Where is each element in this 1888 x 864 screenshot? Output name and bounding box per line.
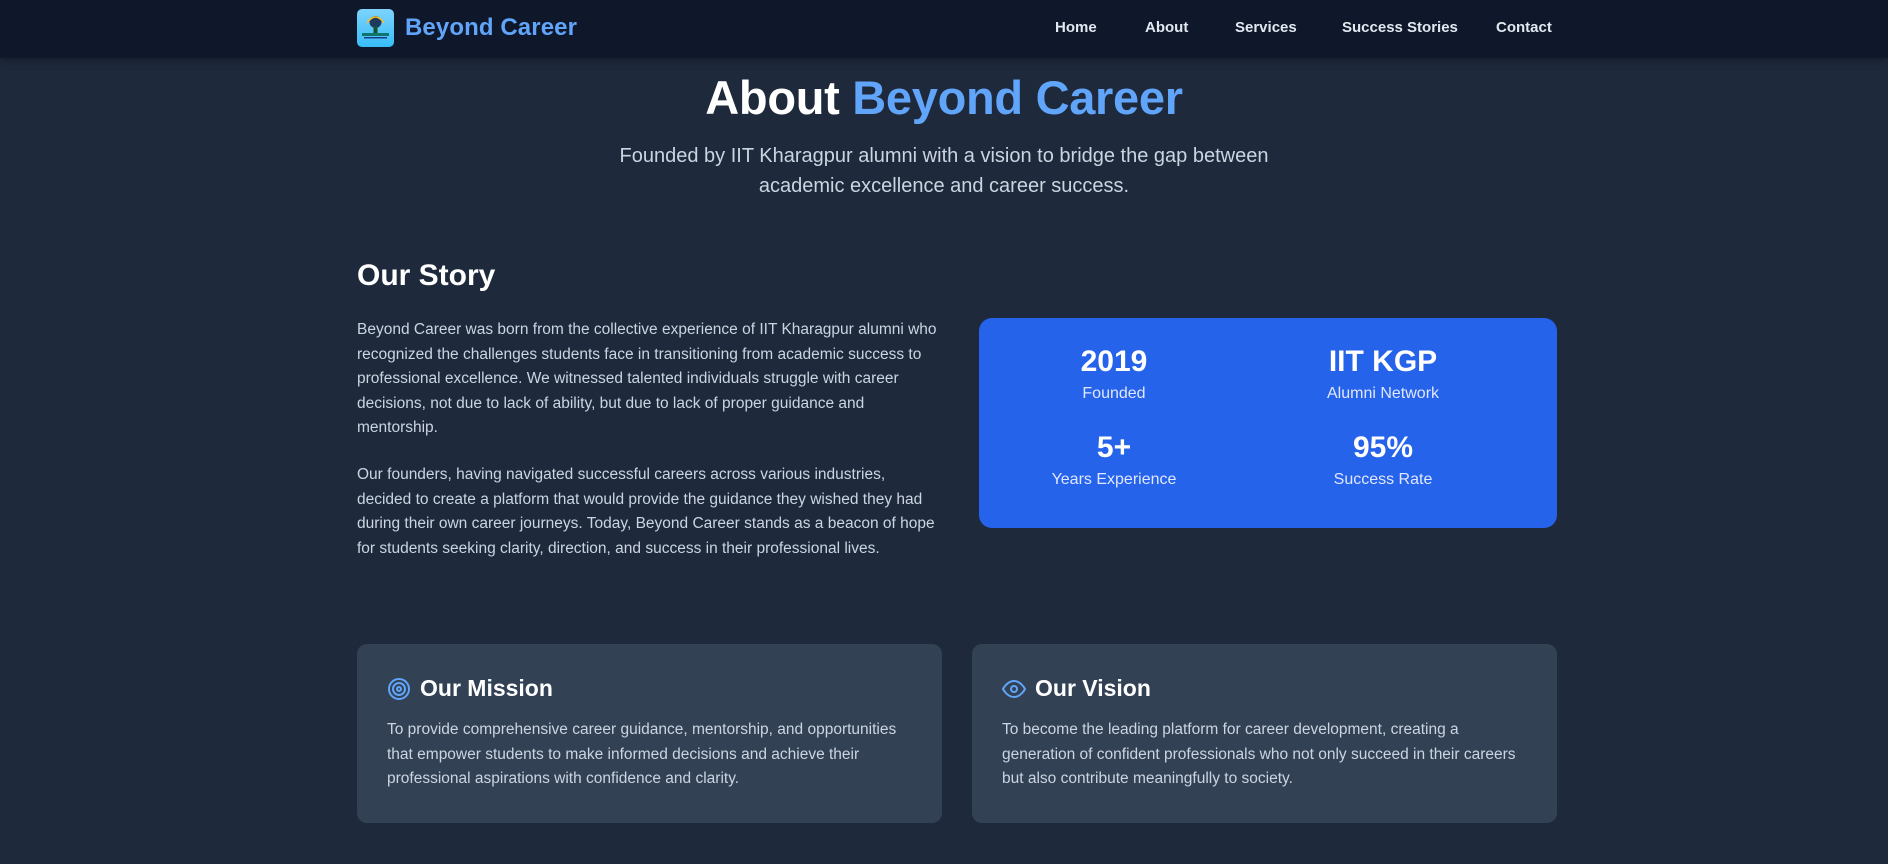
stat-value: 95% <box>1352 431 1414 464</box>
navbar: Beyond Career Home About Services Succes… <box>0 0 1888 58</box>
stat-founded: 2019 Founded <box>979 344 1249 403</box>
stat-label: Founded <box>1082 385 1146 402</box>
vision-title: Our Vision <box>1035 675 1151 701</box>
story-heading: Our Story <box>357 259 496 292</box>
stat-label: Alumni Network <box>1326 385 1440 402</box>
mission-title: Our Mission <box>420 675 553 701</box>
nav-link-home[interactable]: Home <box>1055 19 1097 36</box>
vision-header: Our Vision <box>1002 675 1151 702</box>
mission-text: To provide comprehensive career guidance… <box>387 721 897 787</box>
title-accent: Beyond Career <box>852 71 1183 124</box>
mission-header: Our Mission <box>387 675 553 702</box>
stat-label: Years Experience <box>1051 471 1177 488</box>
stat-years-experience: 5+ Years Experience <box>979 430 1249 489</box>
nav-link-contact[interactable]: Contact <box>1496 19 1552 36</box>
page-title: About Beyond Career <box>0 70 1888 125</box>
page-subtitle: Founded by IIT Kharagpur alumni with a v… <box>619 145 1269 197</box>
story-paragraph-1: Beyond Career was born from the collecti… <box>357 321 937 436</box>
stat-value: IIT KGP <box>1328 345 1438 378</box>
vision-card: Our Vision To become the leading platfor… <box>972 644 1557 823</box>
stats-card: 2019 Founded IIT KGP Alumni Network 5+ Y… <box>979 318 1557 528</box>
nav-link-services[interactable]: Services <box>1235 19 1297 36</box>
vision-text: To become the leading platform for caree… <box>1002 721 1516 787</box>
stat-label: Success Rate <box>1333 471 1433 488</box>
target-icon <box>387 677 411 701</box>
eye-icon <box>1002 677 1026 701</box>
nav-link-success-stories[interactable]: Success Stories <box>1342 19 1458 36</box>
story-paragraph-2: Our founders, having navigated successfu… <box>357 466 935 557</box>
stat-value: 5+ <box>1096 431 1132 464</box>
nav-link-about[interactable]: About <box>1145 19 1188 36</box>
title-prefix: About <box>705 71 840 124</box>
stat-alumni-network: IIT KGP Alumni Network <box>1248 344 1518 403</box>
nav-links: Home About Services Success Stories Cont… <box>0 0 1888 58</box>
stat-success-rate: 95% Success Rate <box>1248 430 1518 489</box>
stat-value: 2019 <box>1080 345 1148 378</box>
mission-card: Our Mission To provide comprehensive car… <box>357 644 942 823</box>
